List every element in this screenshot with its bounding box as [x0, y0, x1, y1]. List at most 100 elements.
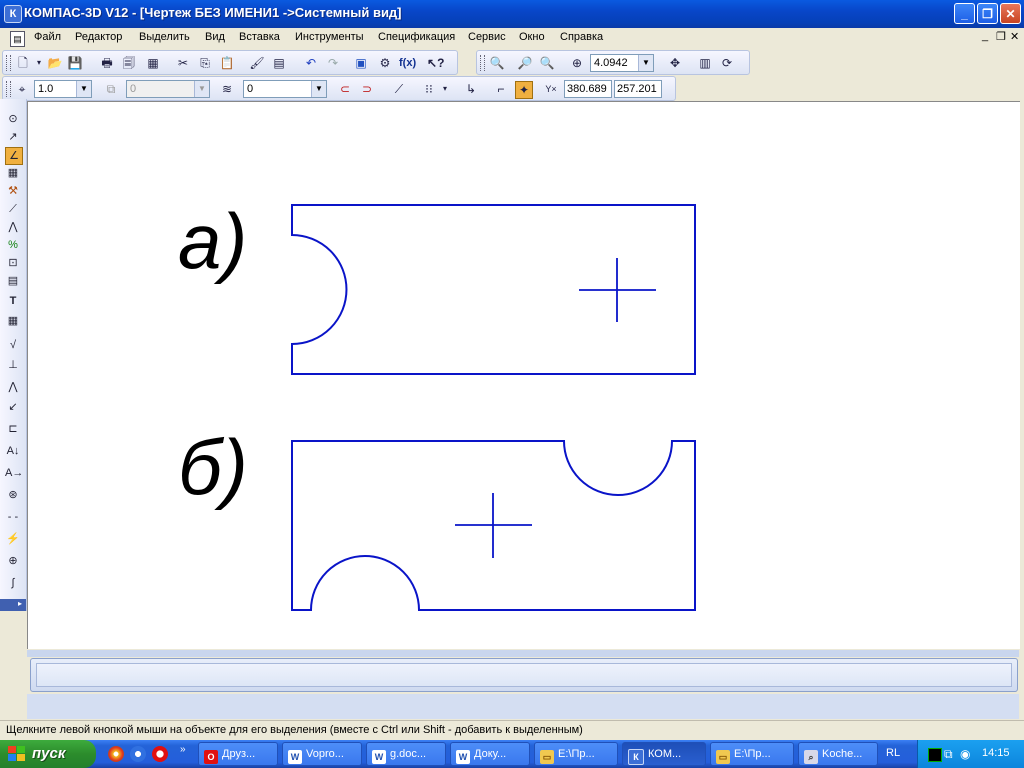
show-all-icon[interactable]: ▥	[697, 55, 713, 71]
zoom-in-icon[interactable]: 🔎	[517, 55, 533, 71]
doc-minimize-button[interactable]: _	[982, 30, 988, 42]
opera-icon[interactable]	[152, 746, 168, 762]
style-combo[interactable]: 0 ▼	[126, 80, 210, 98]
document-icon[interactable]: ▤	[10, 31, 25, 47]
reports-icon[interactable]: ▤	[5, 273, 21, 289]
snap-magnet-icon[interactable]: ⊂	[337, 81, 353, 97]
task-search[interactable]: ⌕ Koche...	[798, 742, 878, 766]
print-preview-icon[interactable]: 🗐	[121, 55, 137, 71]
view-arrow-icon[interactable]: A→	[5, 465, 23, 481]
position-leader-icon[interactable]: ↙	[5, 399, 21, 415]
select-icon[interactable]: ⋀	[5, 219, 21, 235]
menu-window[interactable]: Окно	[519, 31, 545, 43]
pan-move-icon[interactable]: ✥	[667, 55, 683, 71]
base-icon[interactable]: ⊥	[5, 357, 21, 373]
start-button[interactable]: пуск	[0, 740, 96, 768]
menu-select[interactable]: Выделить	[139, 31, 190, 43]
toolbar-grip[interactable]	[480, 55, 485, 71]
format-brush-icon[interactable]: 🖌	[249, 55, 265, 71]
open-folder-icon[interactable]: 📂	[47, 55, 63, 71]
task-explorer-2[interactable]: ▭ E:\Пр...	[710, 742, 794, 766]
zoom-combo[interactable]: 4.0942 ▼	[590, 54, 654, 72]
edit-icon[interactable]: ▦	[5, 165, 21, 181]
grid-dropdown-arrow-icon[interactable]: ▾	[437, 81, 453, 97]
tolerance-icon[interactable]: ⊏	[5, 421, 21, 437]
toolbar-grip[interactable]	[6, 55, 11, 71]
doc-restore-button[interactable]: ❐	[996, 30, 1006, 43]
maximize-button[interactable]: ❐	[977, 3, 998, 24]
volume-icon[interactable]: ◉	[960, 747, 970, 761]
menu-view[interactable]: Вид	[205, 31, 225, 43]
doc-close-button[interactable]: ✕	[1010, 30, 1019, 43]
chevron-down-icon[interactable]: ▼	[194, 81, 209, 97]
task-word-3[interactable]: W Доку...	[450, 742, 530, 766]
menu-file[interactable]: Файл	[34, 31, 61, 43]
text-icon[interactable]: T	[5, 293, 21, 309]
redo-icon[interactable]: ↷	[325, 55, 341, 71]
panel-separator[interactable]	[27, 650, 1019, 657]
print-icon[interactable]: 🖶	[99, 55, 115, 71]
snap-on-icon[interactable]: ✦	[515, 81, 533, 99]
leader-icon[interactable]: ⋀	[5, 379, 21, 395]
new-dropdown-arrow-icon[interactable]: ▾	[31, 55, 47, 71]
measure-icon[interactable]: ⟋	[5, 201, 21, 217]
zoom-out-icon[interactable]: 🔍	[539, 55, 555, 71]
menu-tools[interactable]: Инструменты	[295, 31, 364, 43]
browser-icon[interactable]	[130, 746, 146, 762]
manager-icon[interactable]: ▣	[353, 55, 369, 71]
parametrization-icon[interactable]: ⚒	[5, 183, 21, 199]
minimize-button[interactable]: _	[954, 3, 975, 24]
local-axes-icon[interactable]: ↳	[463, 81, 479, 97]
local-cs-icon[interactable]: ⌖	[14, 81, 30, 97]
network-icon[interactable]: ⧉	[944, 747, 953, 762]
menu-editor[interactable]: Редактор	[75, 31, 122, 43]
document-manager-icon[interactable]: ▦	[145, 55, 161, 71]
monitor-icon[interactable]	[928, 748, 942, 762]
associative-views-icon[interactable]: %	[5, 237, 21, 253]
new-document-icon[interactable]: 🗋	[15, 55, 31, 71]
geometry-icon[interactable]: ⊙	[5, 111, 21, 127]
snap-settings-icon[interactable]: ⊃	[359, 81, 375, 97]
language-indicator[interactable]: RL	[886, 747, 900, 759]
help-pointer-icon[interactable]: ↖?	[427, 55, 444, 71]
menu-service[interactable]: Сервис	[468, 31, 506, 43]
chevron-down-icon[interactable]: ▼	[638, 55, 653, 71]
task-opera[interactable]: O Друз...	[198, 742, 278, 766]
cut-line-icon[interactable]: A↓	[5, 443, 21, 459]
roughness-icon[interactable]: √	[5, 337, 21, 353]
spec-icon[interactable]: ⊡	[5, 255, 21, 271]
toolbar-expand[interactable]: ▸	[0, 599, 26, 611]
marking-icon[interactable]: ⊛	[5, 487, 21, 503]
paste-icon[interactable]: 📋	[219, 55, 235, 71]
task-explorer-1[interactable]: ▭ E:\Пр...	[534, 742, 618, 766]
x-coordinate-field[interactable]: 380.689	[564, 80, 612, 98]
table-icon[interactable]: ▦	[5, 313, 21, 329]
copy-icon[interactable]: ⎘	[197, 55, 213, 71]
layer-combo[interactable]: 0 ▼	[243, 80, 327, 98]
cut-icon[interactable]: ✂	[175, 55, 191, 71]
menu-insert[interactable]: Вставка	[239, 31, 280, 43]
zoom-scale-icon[interactable]: ⊕	[569, 55, 585, 71]
library-manager-icon[interactable]: ⚙	[377, 55, 393, 71]
chevron-down-icon[interactable]: ▼	[311, 81, 326, 97]
y-coordinate-field[interactable]: 257.201	[614, 80, 662, 98]
refresh-icon[interactable]: ⟳	[719, 55, 735, 71]
drawing-canvas[interactable]: а) б)	[27, 101, 1020, 649]
kompas-app-icon[interactable]: К	[4, 5, 22, 23]
properties-panel-area[interactable]	[36, 663, 1012, 687]
close-button[interactable]: ✕	[1000, 3, 1021, 24]
zoom-window-icon[interactable]: 🔍	[489, 55, 505, 71]
style-icon[interactable]: ⧉	[103, 81, 119, 97]
symbols-icon[interactable]: ∠	[5, 147, 23, 165]
chevron-right-icon[interactable]: »	[180, 744, 186, 755]
wavy-line-icon[interactable]: ∫	[5, 575, 21, 591]
grid-icon[interactable]: ⁝⁝	[421, 81, 437, 97]
chevron-down-icon[interactable]: ▼	[76, 81, 91, 97]
toolbar-grip[interactable]	[6, 81, 11, 97]
variables-icon[interactable]: f(x)	[399, 55, 416, 71]
lightning-icon[interactable]: ⚡	[5, 531, 21, 547]
chevron-right-icon[interactable]: ▸	[18, 599, 22, 608]
scale-combo[interactable]: 1.0 ▼	[34, 80, 92, 98]
ortho-mode-icon[interactable]: ⌐	[493, 81, 509, 97]
properties-icon[interactable]: ▤	[271, 55, 287, 71]
